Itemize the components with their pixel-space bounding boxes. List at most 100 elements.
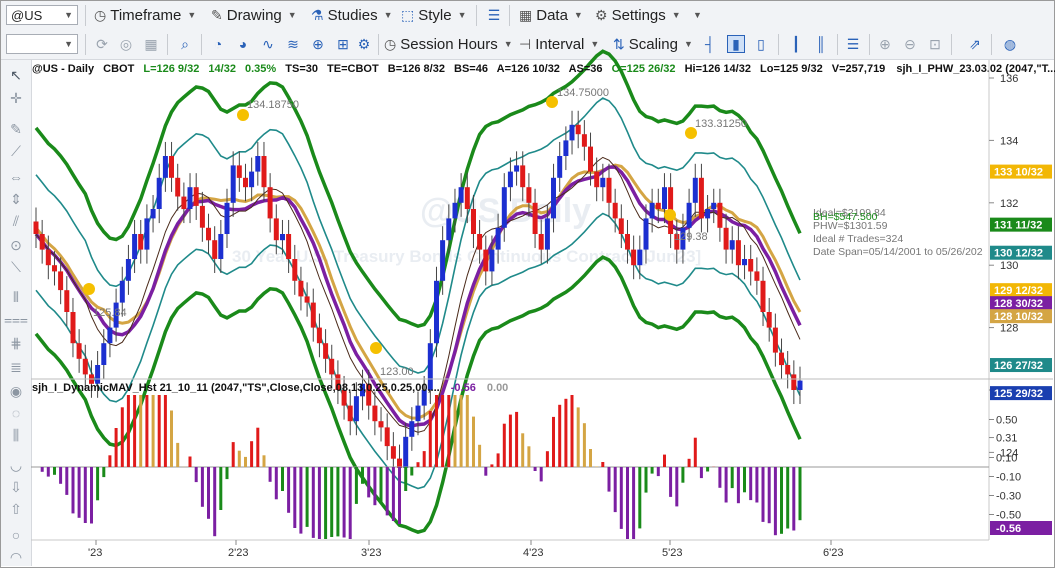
histogram-bar (552, 416, 555, 467)
histogram-bar (237, 450, 241, 467)
histogram-bar (404, 467, 408, 491)
candle-body (551, 177, 556, 219)
price-tick-label: 128 (1000, 323, 1018, 335)
histogram-bar (601, 462, 605, 467)
osc-tick-label: 0.10 (996, 453, 1017, 465)
histogram-bar (490, 464, 494, 467)
histogram-bar (348, 467, 352, 539)
price-marker-label: 128 10/32 (994, 311, 1043, 323)
histogram-bar (441, 395, 445, 467)
histogram-bar (102, 467, 106, 478)
candle-body (742, 259, 747, 266)
swing-point (83, 283, 95, 295)
lower-pane-value1: -0.56 (451, 382, 476, 394)
time-tick-label: 3'23 (361, 547, 381, 559)
lower-pane-title: sjh_I_DynamicMAV_Hst 21_10_11 (2047,"TS"… (32, 382, 440, 394)
histogram-bar (663, 454, 666, 467)
candle-body (415, 405, 421, 422)
price-marker-label: 131 11/32 (994, 220, 1042, 232)
candle-body (637, 249, 643, 266)
stat-phw: PHW=$1301.59 (813, 220, 888, 232)
oscillator-axis[interactable]: 0.50 0.31 0.10 -0.10 -0.30 -0.50-0.56 (989, 415, 1052, 536)
candle-body (353, 396, 359, 422)
histogram-bar (767, 467, 771, 524)
histogram-bar (317, 467, 321, 539)
candle-body (132, 234, 138, 259)
histogram-bar (287, 467, 291, 513)
histogram-bar (792, 467, 796, 531)
candle-body (384, 427, 390, 447)
candle-body (267, 187, 273, 219)
histogram-bar (207, 467, 210, 519)
header-volume: V=257,719 (832, 63, 886, 75)
candle-body (45, 249, 51, 266)
candle-body (760, 280, 766, 312)
histogram-bar (681, 467, 685, 483)
histogram-bar (589, 449, 592, 467)
candle-body (612, 202, 618, 219)
candle-body (218, 234, 224, 259)
histogram-bar (730, 467, 734, 489)
candle-body (520, 165, 526, 188)
osc-tick-label: 0.50 (996, 415, 1017, 427)
candle-body (717, 202, 723, 228)
candle-body (434, 280, 439, 344)
candle-body (569, 124, 575, 141)
candle-body (458, 187, 464, 203)
price-chart[interactable]: @US Daily 30 Year U.S. Treasury Bonds Co… (0, 0, 1055, 568)
histogram-bar (761, 467, 765, 522)
histogram-bar (699, 467, 703, 479)
histogram-bar (613, 467, 617, 513)
header-as: AS=36 (569, 63, 603, 75)
candle-body (735, 240, 741, 266)
candle-body (280, 234, 285, 241)
candle-body (372, 405, 378, 422)
histogram-bar (459, 395, 463, 467)
swing-label-6: 129.38 (674, 231, 708, 243)
candle-body (169, 156, 174, 178)
candle-body (625, 234, 630, 250)
histogram-bar (163, 395, 167, 467)
swing-label-5: 123.00 (380, 366, 414, 378)
candle-body (477, 234, 483, 250)
histogram-bar (398, 467, 401, 524)
candle-body (797, 380, 803, 390)
histogram-bar (188, 456, 192, 467)
histogram-bar (724, 467, 728, 503)
histogram-bar (225, 467, 229, 480)
candle-body (501, 187, 507, 228)
candle-body (181, 196, 187, 210)
histogram-bar (595, 466, 599, 467)
candle-body (766, 312, 772, 328)
histogram-bar (607, 467, 611, 492)
indicator-bands (34, 49, 802, 534)
histogram-bar (274, 467, 278, 500)
histogram-bar (176, 442, 180, 467)
price-marker-label: 128 30/32 (994, 298, 1043, 310)
time-axis[interactable]: '23 2'23 3'23 4'23 5'23 6'23 (88, 540, 843, 559)
candle-body (526, 187, 532, 203)
candle-body (76, 343, 82, 359)
histogram-bar (515, 411, 519, 467)
candle-body (563, 140, 569, 156)
header-change: 14/32 (208, 63, 236, 75)
candle-body (273, 218, 279, 241)
price-axis[interactable]: 136134132130128126124 (989, 73, 1018, 459)
histogram-bar (773, 467, 777, 536)
candle-body (705, 209, 711, 219)
histogram-bar (675, 467, 679, 507)
histogram-bar (447, 395, 451, 467)
chart-header: @US - Daily CBOT L=126 9/32 14/32 0.35% … (32, 63, 1055, 75)
histogram-bar (570, 395, 574, 467)
histogram-bar (632, 467, 636, 539)
candle-body (144, 218, 150, 250)
candle-body (514, 165, 520, 172)
histogram-bar (558, 404, 562, 467)
candle-body (175, 177, 181, 197)
candle-body (390, 446, 396, 459)
candle-body (489, 249, 495, 272)
candle-body (347, 405, 353, 422)
candle-body (785, 365, 791, 375)
histogram-bar (638, 467, 642, 529)
histogram-bar (281, 467, 284, 491)
